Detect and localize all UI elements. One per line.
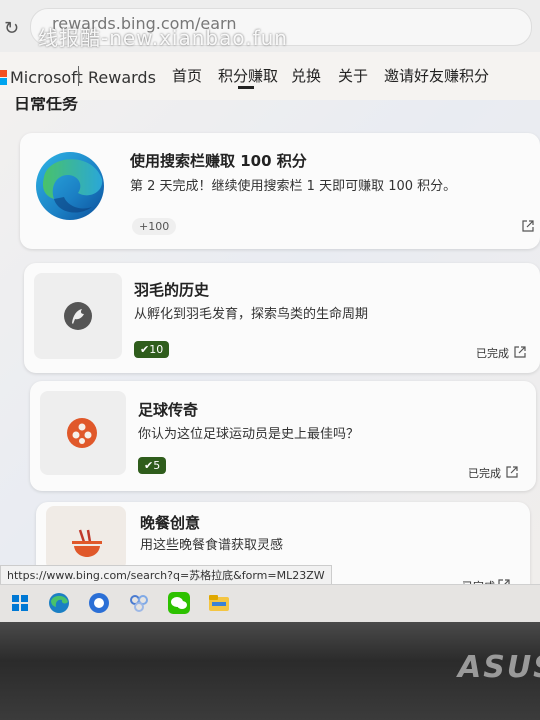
bird-icon <box>64 302 92 330</box>
points-badge: +100 <box>132 218 177 235</box>
app-icon[interactable] <box>127 591 151 615</box>
task-card-football[interactable]: 足球传奇 你认为这位足球运动员是史上最佳吗？ ✔5 已完成 <box>30 381 536 491</box>
brand-microsoft[interactable]: Microsoft <box>10 68 83 87</box>
open-external-icon[interactable] <box>522 220 534 232</box>
card-title[interactable]: 使用搜索栏赚取 100 积分 <box>130 150 307 171</box>
points-earned-badge: ✔10 <box>134 341 170 358</box>
nav-redeem[interactable]: 兑换 <box>291 65 321 86</box>
windows-start-icon[interactable] <box>8 591 32 615</box>
completed-status: 已完成 <box>468 467 501 480</box>
brand-divider <box>78 66 79 86</box>
bowl-icon <box>72 529 102 557</box>
nav-home[interactable]: 首页 <box>172 65 202 86</box>
card-thumbnail <box>34 273 122 359</box>
nav-about[interactable]: 关于 <box>338 65 368 86</box>
completed-status: 已完成 <box>476 347 509 360</box>
rewards-header: Microsoft Rewards 首页 积分赚取 兑换 关于 邀请好友赚积分 <box>0 52 540 100</box>
card-description: 第 2 天完成！继续使用搜索栏 1 天即可赚取 100 积分。 <box>130 179 457 194</box>
card-description: 用这些晚餐食谱获取灵感 <box>140 538 284 553</box>
laptop-logo: ASUS <box>458 650 540 685</box>
watermark: 线报酷-new.xianbao.fun <box>38 26 288 50</box>
chat-icon[interactable] <box>87 591 111 615</box>
nav-earn[interactable]: 积分赚取 <box>218 65 278 86</box>
file-explorer-icon[interactable] <box>207 591 231 615</box>
card-title[interactable]: 羽毛的历史 <box>134 279 209 300</box>
card-title[interactable]: 晚餐创意 <box>140 512 200 533</box>
card-title[interactable]: 足球传奇 <box>138 399 198 420</box>
card-description: 从孵化到羽毛发育，探索鸟类的生命周期 <box>134 307 369 322</box>
taskbar <box>0 584 540 623</box>
task-card-feathers[interactable]: 羽毛的历史 从孵化到羽毛发育，探索鸟类的生命周期 ✔10 已完成 <box>24 263 540 373</box>
open-external-icon[interactable] <box>506 466 518 478</box>
reload-icon[interactable]: ↻ <box>4 18 19 39</box>
microsoft-logo-icon <box>0 70 8 86</box>
soccer-ball-icon <box>67 418 97 448</box>
edge-icon[interactable] <box>47 591 71 615</box>
card-thumbnail <box>40 391 126 475</box>
points-earned-badge: ✔5 <box>138 457 167 474</box>
nav-refer[interactable]: 邀请好友赚积分 <box>384 65 489 86</box>
wechat-icon[interactable] <box>167 591 191 615</box>
address-bar: ↻ rewards.bing.com/earn 线报酷-new.xianbao.… <box>0 0 540 52</box>
section-title: 日常任务 <box>14 97 79 111</box>
task-card-search[interactable]: 使用搜索栏赚取 100 积分 第 2 天完成！继续使用搜索栏 1 天即可赚取 1… <box>20 133 540 249</box>
active-tab-indicator <box>238 86 254 89</box>
brand-rewards[interactable]: Rewards <box>88 68 156 87</box>
open-external-icon[interactable] <box>514 346 526 358</box>
card-description: 你认为这位足球运动员是史上最佳吗？ <box>138 427 360 442</box>
edge-logo-icon <box>34 149 106 223</box>
card-thumbnail <box>46 506 126 570</box>
